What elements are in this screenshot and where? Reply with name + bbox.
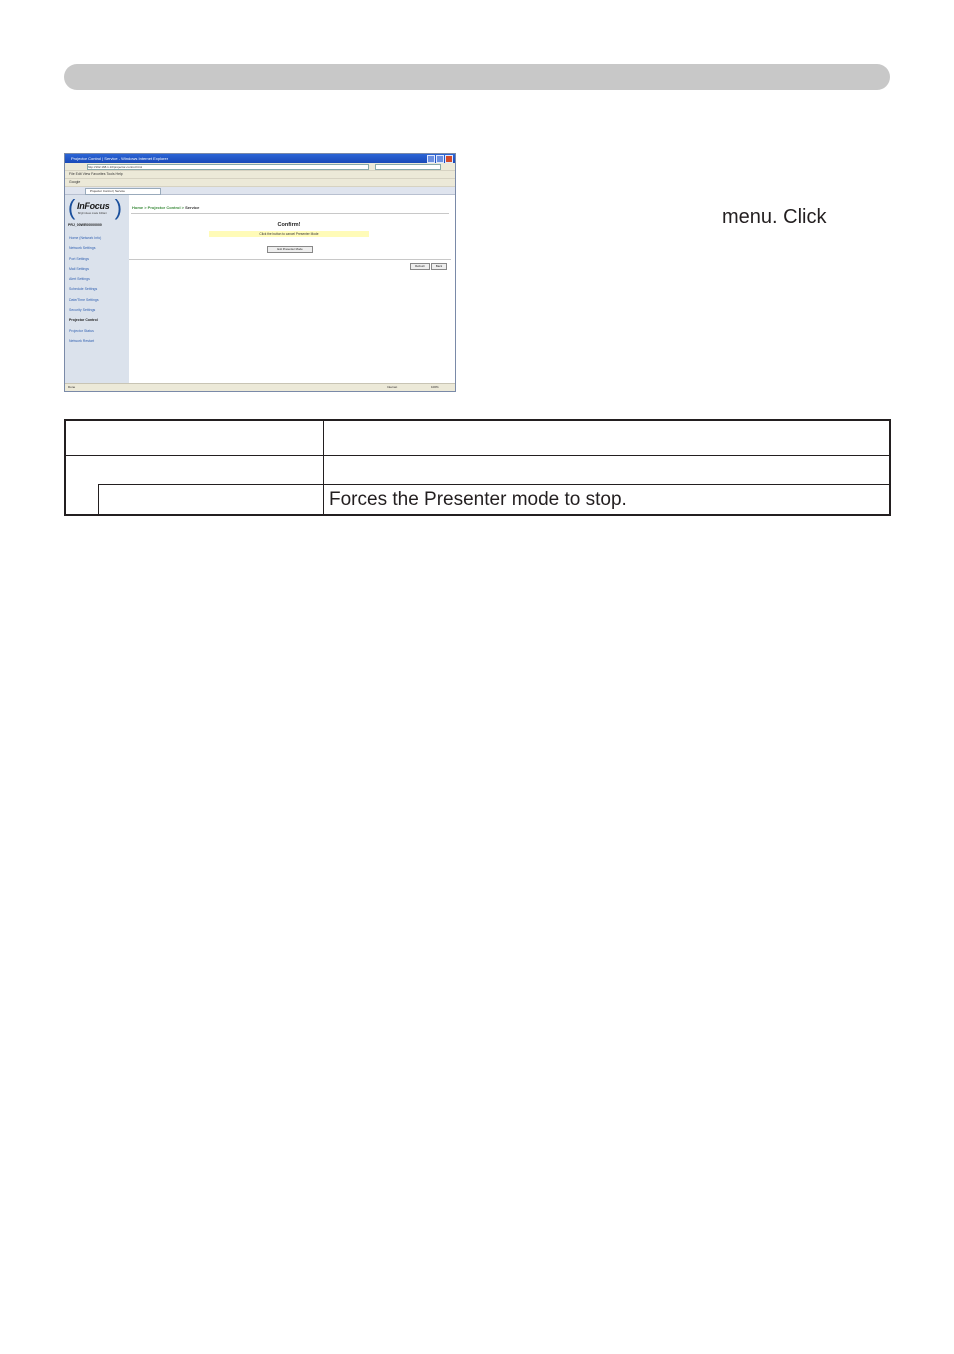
address-row: http://192.168.1.10/projector-control.ht… bbox=[65, 163, 455, 171]
projector-name: PRJ_00WE00000000 bbox=[68, 223, 102, 227]
security-zone: Internet bbox=[387, 385, 398, 389]
address-bar[interactable]: http://192.168.1.10/projector-control.ht… bbox=[87, 164, 369, 170]
sidebar-item-datetime-settings[interactable]: Date/Time Settings bbox=[69, 295, 101, 305]
infocus-logo: ( InFocus Bright ideas made brilliant ) bbox=[68, 195, 122, 220]
maximize-icon[interactable] bbox=[436, 155, 444, 163]
sidebar-item-projector-control[interactable]: Projector Control bbox=[69, 315, 101, 325]
table-cell-description: Forces the Presenter mode to stop. bbox=[329, 489, 627, 510]
breadcrumb-current: Service bbox=[184, 205, 200, 210]
close-icon[interactable] bbox=[445, 155, 453, 163]
zoom-level[interactable]: 100% bbox=[431, 384, 439, 391]
function-table: Forces the Presenter mode to stop. bbox=[64, 419, 891, 516]
sidebar-item-security-settings[interactable]: Security Settings bbox=[69, 305, 101, 315]
sidebar-item-network-restart[interactable]: Network Restart bbox=[69, 336, 101, 346]
status-text: Done bbox=[68, 385, 76, 389]
sidebar-item-projector-status[interactable]: Projector Status bbox=[69, 326, 101, 336]
main-panel: Home > Projector Control > Service Confi… bbox=[129, 195, 455, 383]
refresh-button[interactable]: Refresh bbox=[410, 263, 430, 270]
row-divider bbox=[98, 484, 889, 485]
sidebar-item-port-settings[interactable]: Port Settings bbox=[69, 254, 101, 264]
minimize-icon[interactable] bbox=[427, 155, 435, 163]
section-header-bar bbox=[64, 64, 890, 90]
sidebar-nav: Home (Network Info) Network Settings Por… bbox=[69, 233, 101, 346]
status-bar: Done Internet 100% bbox=[65, 383, 455, 391]
browser-titlebar: Projector Control | Service - Windows In… bbox=[65, 154, 455, 163]
exit-presenter-mode-button[interactable]: Exit Presenter Mode bbox=[267, 246, 313, 253]
sidebar: ( InFocus Bright ideas made brilliant ) … bbox=[65, 195, 129, 383]
confirm-title: Confirm! bbox=[277, 222, 301, 228]
divider bbox=[131, 213, 449, 214]
browser-screenshot: Projector Control | Service - Windows In… bbox=[64, 153, 456, 392]
indent-divider bbox=[98, 484, 99, 514]
google-toolbar: Google bbox=[65, 179, 455, 187]
sidebar-item-network-settings[interactable]: Network Settings bbox=[69, 243, 101, 253]
notice-banner: Click the button to cancel Presenter Mod… bbox=[209, 231, 369, 237]
breadcrumb-links[interactable]: Home > Projector Control > bbox=[132, 205, 184, 210]
sidebar-item-home[interactable]: Home (Network Info) bbox=[69, 233, 101, 243]
tab-strip: Projector Control | Service bbox=[65, 187, 455, 195]
sidebar-item-mail-settings[interactable]: Mail Settings bbox=[69, 264, 101, 274]
header-divider bbox=[66, 455, 889, 456]
sidebar-item-alert-settings[interactable]: Alert Settings bbox=[69, 274, 101, 284]
browser-window-title: Projector Control | Service - Windows In… bbox=[71, 156, 169, 161]
browser-search-input[interactable] bbox=[375, 164, 441, 170]
breadcrumb: Home > Projector Control > Service bbox=[132, 205, 199, 210]
browser-tab[interactable]: Projector Control | Service bbox=[85, 188, 161, 195]
back-button[interactable]: Back bbox=[431, 263, 447, 270]
web-page: ( InFocus Bright ideas made brilliant ) … bbox=[65, 195, 455, 383]
instruction-text: menu. Click bbox=[722, 206, 827, 228]
sidebar-item-schedule-settings[interactable]: Schedule Settings bbox=[69, 284, 101, 294]
menu-bar[interactable]: File Edit View Favorites Tools Help bbox=[65, 171, 455, 179]
divider bbox=[129, 259, 451, 260]
column-divider bbox=[323, 421, 324, 514]
